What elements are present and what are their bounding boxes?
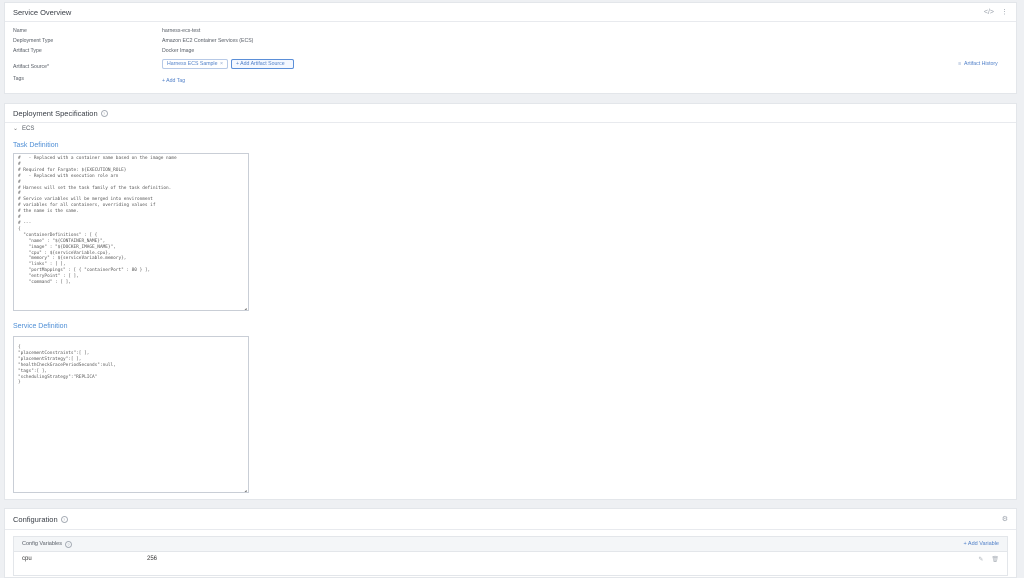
artifact-history-label: Artifact History [964,61,998,67]
task-definition-content: # - Replaced with a container name based… [18,156,177,286]
task-definition-link[interactable]: Task Definition [13,142,59,149]
deployment-specification-title: Deployment Specification [13,108,98,118]
deployment-type-label: Deployment Type [13,38,54,44]
chevron-down-icon: ⌄ [13,126,19,132]
gear-icon[interactable]: ⚙ [1002,515,1008,523]
history-icon: ≡ [958,61,962,67]
artifact-type-value: Docker Image [162,48,195,54]
artifact-history-link[interactable]: ≡ Artifact History [958,61,998,67]
delete-icon[interactable]: 🗑 [991,556,999,563]
add-tag-link[interactable]: + Add Tag [162,78,185,84]
service-overview-card: Service Overview </> ⋮ Name harness-ecs-… [4,2,1017,94]
service-definition-editor[interactable]: { "placementConstraints":[ ], "placement… [13,336,249,493]
config-variable-row: cpu 256 ✎ 🗑 [14,552,1007,566]
help-icon[interactable]: ? [60,515,68,523]
help-icon[interactable]: ? [100,109,108,117]
add-artifact-source-button[interactable]: + Add Artifact Source [231,59,294,69]
config-variables-label: Config Variables [22,541,62,547]
config-variable-value: 256 [147,556,158,562]
artifact-source-chip[interactable]: Harness ECS Sample × [162,59,228,69]
add-artifact-source-label: + Add Artifact Source [236,61,285,67]
resize-handle-icon[interactable] [241,303,247,309]
artifact-source-chip-label: Harness ECS Sample [167,61,218,67]
deployment-specification-header: Deployment Specification ? [5,104,1016,123]
service-definition-content: { "placementConstraints":[ ], "placement… [18,345,116,386]
deployment-specification-card: Deployment Specification ? ⌄ ECS Task De… [4,103,1017,500]
edit-icon[interactable]: ✎ [978,556,983,563]
task-definition-editor[interactable]: # - Replaced with a container name based… [13,153,249,311]
code-icon[interactable]: </> [984,9,994,16]
more-menu-icon[interactable]: ⋮ [1001,8,1008,16]
remove-artifact-icon[interactable]: × [220,61,223,67]
help-icon[interactable]: ? [64,540,72,548]
name-label: Name [13,28,27,34]
ecs-section-label: ECS [22,125,35,132]
configuration-header: Configuration ? ⚙ [5,509,1016,530]
name-value: harness-ecs-test [162,28,201,34]
deployment-type-value: Amazon EC2 Container Services (ECS) [162,38,254,44]
service-definition-link[interactable]: Service Definition [13,323,67,330]
artifact-source-label: Artifact Source* [13,64,50,70]
artifact-type-label: Artifact Type [13,48,42,54]
config-variables-panel: Config Variables ? + Add Variable cpu 25… [13,536,1008,576]
config-variable-name: cpu [22,556,32,562]
tags-label: Tags [13,76,24,82]
config-variables-header: Config Variables ? + Add Variable [14,537,1007,552]
service-overview-header: Service Overview </> ⋮ [5,3,1016,22]
add-variable-button[interactable]: + Add Variable [963,541,999,547]
configuration-card: Configuration ? ⚙ Config Variables ? + A… [4,508,1017,578]
configuration-title: Configuration [13,514,58,524]
resize-handle-icon[interactable] [241,485,247,491]
service-overview-title: Service Overview [13,7,72,17]
ecs-section-toggle[interactable]: ⌄ ECS [13,125,35,133]
